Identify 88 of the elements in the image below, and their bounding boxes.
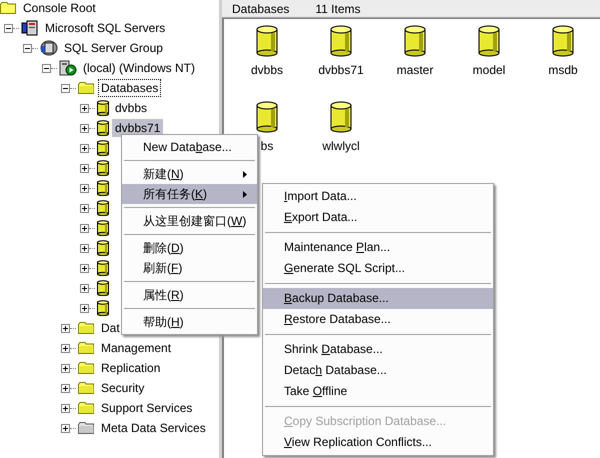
server-icon	[40, 40, 58, 56]
tree-item[interactable]: Replication	[98, 359, 164, 377]
menu-item[interactable]: Maintenance Plan...	[263, 237, 493, 258]
folder-icon	[78, 401, 95, 415]
collapse-icon[interactable]	[42, 64, 51, 72]
database-icon	[404, 25, 426, 57]
collapse-icon[interactable]	[23, 44, 32, 52]
tree-item[interactable]: Databases	[98, 79, 162, 97]
tree-item[interactable]: Console Root	[20, 0, 99, 17]
expand-icon[interactable]	[80, 124, 89, 132]
menu-item[interactable]: Shrink Database...	[263, 339, 493, 360]
database-icon	[97, 200, 109, 216]
database-icon	[256, 101, 278, 133]
tree-item[interactable]: Management	[98, 339, 174, 357]
tree-item[interactable]: Meta Data Services	[98, 419, 209, 437]
folder-icon	[0, 1, 17, 15]
expand-icon[interactable]	[61, 344, 70, 352]
menu-item[interactable]: 属性(R)	[122, 285, 257, 305]
tree-item[interactable]: Security	[98, 379, 148, 397]
expand-icon[interactable]	[61, 424, 70, 432]
menu-item[interactable]: View Replication Conflicts...	[263, 432, 493, 453]
expand-icon[interactable]	[80, 264, 89, 272]
folder-icon	[78, 321, 95, 335]
collapse-icon[interactable]	[61, 84, 70, 92]
menu-item[interactable]: 刷新(F)	[122, 258, 257, 278]
database-icon	[552, 25, 574, 57]
folder-icon	[78, 361, 95, 375]
expand-icon[interactable]	[80, 104, 89, 112]
list-item[interactable]: model	[452, 25, 526, 101]
expand-icon[interactable]	[80, 164, 89, 172]
list-item[interactable]: msdb	[526, 25, 600, 101]
tree-item[interactable]: (local) (Windows NT)	[80, 59, 198, 77]
database-icon	[97, 180, 109, 196]
tree-item[interactable]: SQL Server Group	[61, 39, 166, 57]
menu-item[interactable]: Restore Database...	[263, 309, 493, 330]
collapse-icon[interactable]	[4, 24, 13, 32]
database-icon	[97, 120, 109, 136]
expand-icon[interactable]	[61, 324, 70, 332]
tree-item[interactable]: dvbbs	[112, 99, 150, 117]
database-icon	[256, 25, 278, 57]
database-icon	[330, 25, 352, 57]
server-icon	[21, 20, 39, 36]
folder-icon	[78, 381, 95, 395]
expand-icon[interactable]	[80, 284, 89, 292]
menu-item[interactable]: Import Data...	[263, 186, 493, 207]
database-icon	[97, 240, 109, 256]
database-icon	[97, 100, 109, 116]
database-icon	[330, 101, 352, 133]
folder-icon	[78, 421, 95, 435]
item-count: 11 Items	[315, 2, 361, 16]
submenu-arrow-icon	[243, 171, 247, 178]
tree-item[interactable]: Microsoft SQL Servers	[42, 19, 168, 37]
menu-item[interactable]: Export Data...	[263, 207, 493, 228]
submenu-arrow-icon	[243, 191, 247, 198]
expand-icon[interactable]	[80, 184, 89, 192]
database-icon	[97, 140, 109, 156]
tree-item[interactable]: Dat	[98, 319, 123, 337]
database-icon	[97, 160, 109, 176]
menu-item[interactable]: Detach Database...	[263, 360, 493, 381]
menu-item[interactable]: 从这里创建窗口(W)	[122, 211, 257, 231]
expand-icon[interactable]	[80, 144, 89, 152]
expand-icon[interactable]	[80, 244, 89, 252]
menu-item[interactable]: Generate SQL Script...	[263, 258, 493, 279]
database-icon	[97, 260, 109, 276]
expand-icon[interactable]	[61, 384, 70, 392]
pane-title: Databases	[232, 2, 290, 16]
expand-icon[interactable]	[80, 224, 89, 232]
folder-icon	[78, 81, 95, 95]
database-icon	[97, 300, 109, 316]
database-icon	[97, 220, 109, 236]
list-item[interactable]: dvbbs	[230, 25, 304, 101]
database-icon	[478, 25, 500, 57]
tree-item[interactable]: Support Services	[98, 399, 196, 417]
expand-icon[interactable]	[61, 364, 70, 372]
menu-item[interactable]: 所有任务(K)	[122, 184, 257, 204]
menu-item[interactable]: 删除(D)	[122, 238, 257, 258]
expand-icon[interactable]	[61, 404, 70, 412]
expand-icon[interactable]	[80, 204, 89, 212]
menu-item[interactable]: 帮助(H)	[122, 312, 257, 332]
expand-icon[interactable]	[80, 304, 89, 312]
menu-item[interactable]: Take Offline	[263, 381, 493, 402]
list-item[interactable]: dvbbs71	[304, 25, 378, 101]
menu-item[interactable]: Backup Database...	[263, 288, 493, 309]
list-item[interactable]: wlwlycl	[304, 101, 378, 177]
folder-icon	[78, 341, 95, 355]
server-running-icon	[59, 60, 77, 76]
list-item[interactable]: master	[378, 25, 452, 101]
database-icon	[97, 280, 109, 296]
